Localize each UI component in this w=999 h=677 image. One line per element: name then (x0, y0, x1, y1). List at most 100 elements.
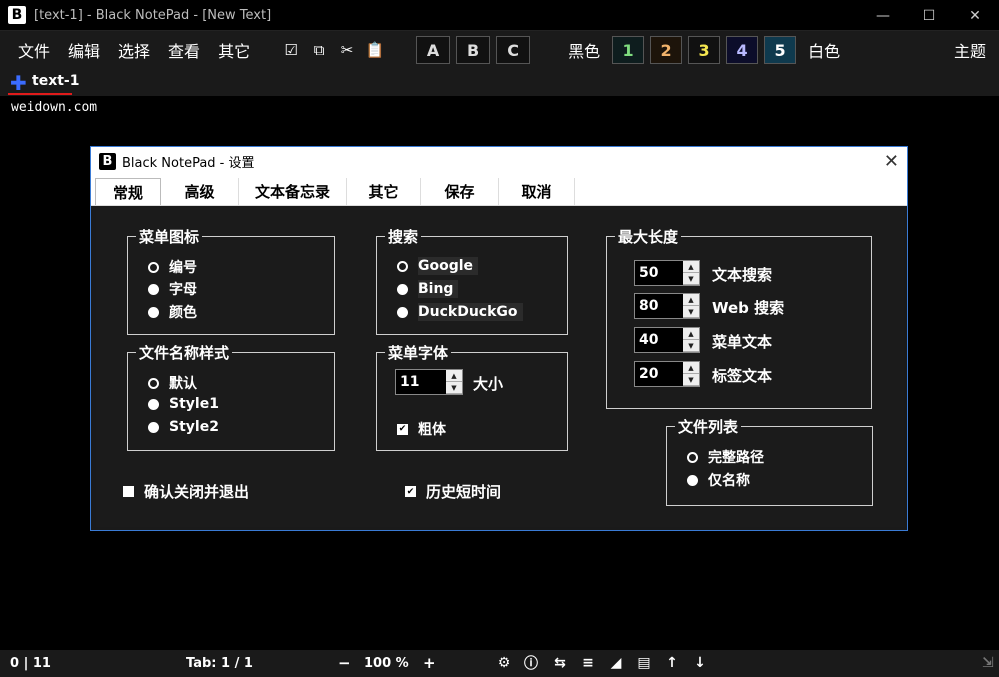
radio-icon[interactable] (397, 306, 408, 318)
font-decrease-icon[interactable]: ↓ (690, 654, 710, 672)
checkbox-checked-icon[interactable]: ✔ (397, 423, 408, 435)
tab-save[interactable]: 保存 (421, 178, 499, 205)
spin-arrows[interactable]: ▲ ▼ (683, 294, 699, 318)
spin-up-icon[interactable]: ▲ (683, 362, 699, 374)
radio-icon[interactable] (687, 474, 698, 486)
menu-text-length-stepper[interactable]: 40 ▲ ▼ (634, 327, 700, 353)
black-theme-label[interactable]: 黑色 (568, 38, 600, 62)
radio-selected-icon[interactable] (687, 451, 698, 463)
dialog-close-icon[interactable]: ✕ (884, 151, 899, 172)
menu-view[interactable]: 查看 (160, 38, 208, 62)
spin-arrows[interactable]: ▲ ▼ (683, 261, 699, 285)
menu-other[interactable]: 其它 (210, 38, 258, 62)
close-icon[interactable]: ✕ (952, 0, 998, 31)
radio-icon[interactable] (397, 283, 408, 295)
search-option-bing[interactable]: Bing (397, 280, 459, 298)
color-button-5[interactable]: 5 (764, 36, 797, 64)
zoom-out-button[interactable]: − (338, 654, 351, 672)
text-search-length-value[interactable]: 50 (635, 265, 683, 281)
cut-icon[interactable]: ✂ (336, 39, 358, 61)
color-button-1[interactable]: 1 (612, 36, 645, 64)
confirm-close-checkbox[interactable]: 确认关闭并退出 (123, 481, 249, 502)
radio-icon[interactable] (148, 398, 159, 410)
checkbox-checked-icon[interactable]: ✔ (405, 486, 416, 497)
spin-up-icon[interactable]: ▲ (683, 294, 699, 306)
tab-advanced[interactable]: 高级 (161, 178, 239, 205)
filename-style-option-style1[interactable]: Style1 (148, 396, 219, 412)
spin-arrows[interactable]: ▲ ▼ (683, 362, 699, 386)
tab-other[interactable]: 其它 (347, 178, 421, 205)
word-wrap-icon[interactable]: ▤ (634, 654, 654, 672)
search-option-google[interactable]: Google (397, 257, 479, 275)
zoom-in-button[interactable]: + (423, 654, 436, 672)
tab-text-length-stepper[interactable]: 20 ▲ ▼ (634, 361, 700, 387)
copy-icon[interactable]: ⧉ (308, 39, 330, 61)
spin-up-icon[interactable]: ▲ (446, 370, 462, 382)
spin-arrows[interactable]: ▲ ▼ (446, 370, 462, 394)
spin-down-icon[interactable]: ▼ (683, 306, 699, 318)
button-a[interactable]: A (416, 36, 451, 64)
menu-select[interactable]: 选择 (110, 38, 158, 62)
web-search-length-value[interactable]: 80 (635, 298, 683, 314)
add-list-icon[interactable]: ≡ (578, 654, 598, 672)
radio-selected-icon[interactable] (148, 377, 159, 389)
spin-down-icon[interactable]: ▼ (683, 374, 699, 386)
color-button-3[interactable]: 3 (688, 36, 721, 64)
button-c[interactable]: C (496, 36, 531, 64)
radio-selected-icon[interactable] (148, 261, 159, 273)
web-search-length-stepper[interactable]: 80 ▲ ▼ (634, 293, 700, 319)
tab-cancel[interactable]: 取消 (499, 178, 575, 205)
tab-text-memo[interactable]: 文本备忘录 (239, 178, 347, 205)
text-search-length-stepper[interactable]: 50 ▲ ▼ (634, 260, 700, 286)
new-tab-icon[interactable]: ✚ (10, 71, 27, 95)
tab-general[interactable]: 常规 (95, 178, 161, 205)
radio-selected-icon[interactable] (397, 260, 408, 272)
filename-style-option-style2[interactable]: Style2 (148, 419, 219, 435)
dialog-logo: B (99, 153, 116, 170)
bold-checkbox[interactable]: ✔ 粗体 (397, 419, 446, 439)
menu-icon-option-letter[interactable]: 字母 (148, 279, 197, 299)
editor-content[interactable]: weidown.com (11, 100, 97, 115)
search-option-duckduckgo[interactable]: DuckDuckGo (397, 303, 523, 321)
spin-down-icon[interactable]: ▼ (683, 273, 699, 285)
spin-arrows[interactable]: ▲ ▼ (683, 328, 699, 352)
spin-down-icon[interactable]: ▼ (683, 340, 699, 352)
color-button-2[interactable]: 2 (650, 36, 683, 64)
radio-icon[interactable] (148, 283, 159, 295)
file-list-option-name-only[interactable]: 仅名称 (687, 470, 750, 490)
radio-icon[interactable] (148, 421, 159, 433)
tab-text-1[interactable]: text-1 (32, 73, 79, 89)
resize-grip-icon[interactable]: ⇲ (978, 654, 998, 672)
font-size-value[interactable]: 11 (396, 374, 446, 390)
checkbox-icon[interactable]: ☑ (280, 39, 302, 61)
menu-file[interactable]: 文件 (10, 38, 58, 62)
white-theme-label[interactable]: 白色 (808, 38, 840, 62)
menu-text-length-label: 菜单文本 (712, 333, 773, 351)
radio-icon[interactable] (148, 306, 159, 318)
option-label: 字母 (169, 282, 197, 298)
spin-up-icon[interactable]: ▲ (683, 261, 699, 273)
swap-icon[interactable]: ⇆ (550, 654, 570, 672)
menu-edit[interactable]: 编辑 (60, 38, 108, 62)
spin-down-icon[interactable]: ▼ (446, 382, 462, 394)
checkbox-unchecked-icon[interactable] (123, 486, 134, 497)
font-increase-icon[interactable]: ↑ (662, 654, 682, 672)
maximize-icon[interactable]: ☐ (906, 0, 952, 31)
menu-icon-option-color[interactable]: 颜色 (148, 302, 197, 322)
paste-icon[interactable]: 📋 (364, 39, 386, 61)
menu-text-length-value[interactable]: 40 (635, 332, 683, 348)
contrast-icon[interactable]: ◢ (606, 654, 626, 672)
color-button-4[interactable]: 4 (726, 36, 759, 64)
filename-style-option-default[interactable]: 默认 (148, 373, 197, 393)
info-icon[interactable]: ⓘ (521, 654, 541, 672)
menu-icon-option-number[interactable]: 编号 (148, 257, 197, 277)
button-b[interactable]: B (456, 36, 491, 64)
spin-up-icon[interactable]: ▲ (683, 328, 699, 340)
theme-menu[interactable]: 主题 (946, 38, 994, 62)
short-history-checkbox[interactable]: ✔ 历史短时间 (405, 481, 501, 502)
file-list-option-full-path[interactable]: 完整路径 (687, 447, 764, 467)
settings-icon[interactable]: ⚙ (494, 654, 514, 672)
font-size-stepper[interactable]: 11 ▲ ▼ (395, 369, 463, 395)
minimize-icon[interactable]: — (860, 0, 906, 31)
tab-text-length-value[interactable]: 20 (635, 366, 683, 382)
